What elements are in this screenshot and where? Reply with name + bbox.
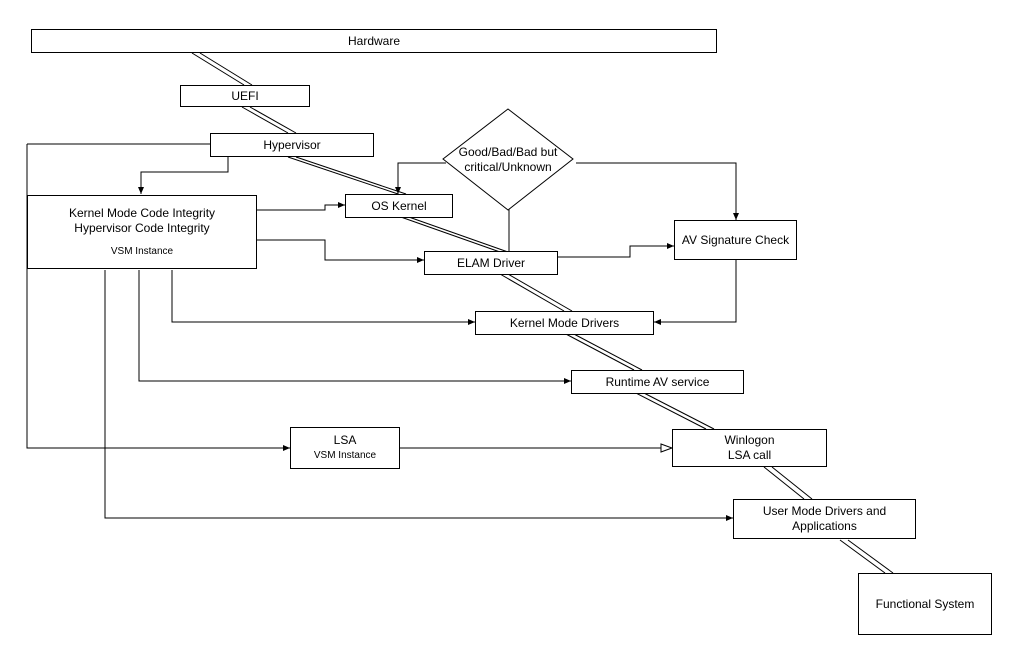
node-runtime-av: Runtime AV service [571, 370, 744, 394]
node-label: OS Kernel [371, 199, 426, 214]
lsa-sub: VSM Instance [314, 450, 376, 463]
node-label: Kernel Mode Drivers [510, 316, 619, 331]
node-functional-system: Functional System [858, 573, 992, 635]
node-label: User Mode Drivers and Applications [740, 504, 909, 534]
lsa-title: LSA [334, 433, 357, 448]
node-decision: Good/Bad/Bad but critical/Unknown [441, 107, 575, 212]
winlogon-line1: Winlogon [724, 433, 774, 448]
node-kernel-mode-drivers: Kernel Mode Drivers [475, 311, 654, 335]
kmci-line1: Kernel Mode Code Integrity [69, 206, 215, 221]
node-lsa: LSA VSM Instance [290, 427, 400, 469]
node-kmci: Kernel Mode Code Integrity Hypervisor Co… [27, 195, 257, 269]
node-uefi: UEFI [180, 85, 310, 107]
kmci-line2: Hypervisor Code Integrity [74, 221, 209, 236]
node-av-signature-check: AV Signature Check [674, 220, 797, 260]
node-elam: ELAM Driver [424, 251, 558, 275]
winlogon-line2: LSA call [728, 448, 771, 463]
node-label: Hypervisor [263, 138, 320, 153]
node-label: Runtime AV service [606, 375, 710, 390]
node-label: AV Signature Check [682, 233, 789, 248]
node-hardware: Hardware [31, 29, 717, 53]
decision-label: Good/Bad/Bad but critical/Unknown [457, 145, 559, 174]
node-os-kernel: OS Kernel [345, 194, 453, 218]
node-winlogon: Winlogon LSA call [672, 429, 827, 467]
node-user-mode: User Mode Drivers and Applications [733, 499, 916, 539]
node-hypervisor: Hypervisor [210, 133, 374, 157]
node-label: UEFI [231, 89, 258, 104]
kmci-sub: VSM Instance [111, 246, 173, 259]
node-label: Hardware [348, 34, 400, 49]
node-label: Functional System [876, 597, 975, 612]
node-label: ELAM Driver [457, 256, 525, 271]
